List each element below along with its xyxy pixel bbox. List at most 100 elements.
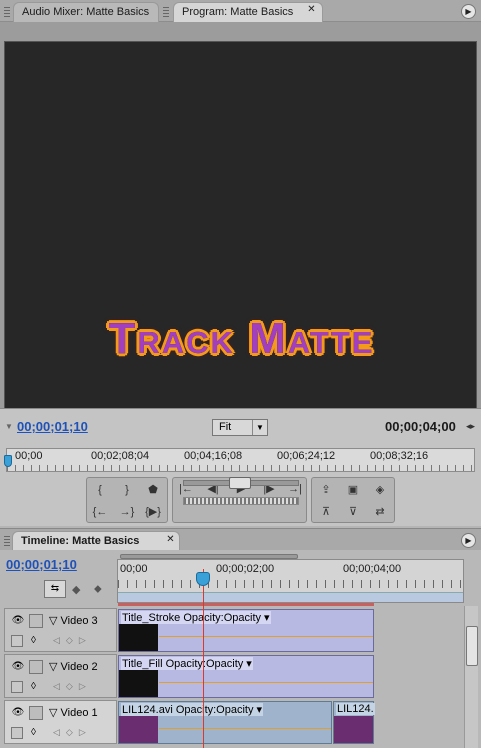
ruler-label: 00;00: [120, 563, 148, 575]
chevron-down-icon: ▼: [252, 420, 267, 435]
display-style-icon[interactable]: [11, 635, 23, 647]
clip-lil124-avi[interactable]: LIL124.avi Opacity:Opacity ▾: [118, 701, 332, 744]
ruler-label: 00;06;24;12: [277, 450, 336, 462]
clip-title-fill[interactable]: Title_Fill Opacity:Opacity ▾: [118, 655, 374, 698]
clip-label: LIL124.: [336, 703, 375, 715]
resize-icon[interactable]: ◂▸: [466, 421, 475, 432]
mark-in-icon[interactable]: {: [91, 482, 109, 498]
clip-title-stroke[interactable]: Title_Stroke Opacity:Opacity ▾: [118, 609, 374, 652]
clip-lil124-second[interactable]: LIL124.: [333, 701, 375, 744]
program-monitor: Track Matte: [0, 22, 481, 417]
ruler-label: 00;04;16;08: [184, 450, 243, 462]
track-name: ▽ Video 2: [49, 661, 98, 673]
display-style-icon[interactable]: [11, 681, 23, 693]
go-to-in-icon[interactable]: {←: [91, 504, 109, 520]
opacity-line[interactable]: [159, 682, 373, 683]
keyframe-navigator[interactable]: ◁◇▷: [53, 727, 105, 739]
ruler-label: 00;08;32;16: [370, 450, 429, 462]
clip-thumbnail: [119, 716, 158, 743]
snap-icon[interactable]: ⇆: [44, 580, 66, 598]
render-bar: [118, 603, 374, 606]
play-in-to-out-icon[interactable]: {▶}: [144, 504, 162, 520]
lift-icon[interactable]: ⇪: [317, 482, 335, 498]
panel-menu-icon[interactable]: ▶: [461, 4, 476, 19]
marker-button-group: { } ⬟ {← →} {▶}: [86, 477, 168, 523]
edit-button-group: ⇪ ▣ ◈ ⊼ ⊽ ⇄: [311, 477, 395, 523]
clip-thumbnail: [334, 716, 373, 743]
clip-thumbnail: [119, 624, 158, 651]
clip-thumbnail: [119, 670, 158, 697]
lock-toggle[interactable]: [29, 706, 43, 720]
track-header-video-3[interactable]: 👁 ▽ Video 3 ◊ ◁◇▷: [4, 608, 117, 652]
clip-label: Title_Fill Opacity:Opacity ▾: [121, 657, 253, 670]
grip-icon[interactable]: [163, 7, 169, 17]
playhead-icon[interactable]: [4, 455, 12, 467]
set-marker-icon[interactable]: ◆: [72, 583, 80, 596]
playhead-icon[interactable]: [196, 572, 210, 586]
panel-menu-icon[interactable]: ▶: [461, 533, 476, 548]
go-to-out-icon[interactable]: →}: [118, 504, 136, 520]
marker-icon[interactable]: ⬟: [144, 482, 162, 498]
ruler-label: 00;02;08;04: [91, 450, 150, 462]
timeline-current-time[interactable]: 00;00;01;10: [6, 557, 77, 572]
tab-timeline[interactable]: Timeline: Matte Basics: [12, 531, 180, 551]
trim-icon[interactable]: ⇄: [371, 504, 389, 520]
track-matte-title-text: Track Matte: [108, 314, 375, 363]
eye-icon[interactable]: 👁: [11, 615, 25, 627]
zoom-select-value: Fit: [219, 421, 232, 433]
opacity-line[interactable]: [159, 636, 373, 637]
keyframe-toggle-icon[interactable]: ◊: [31, 681, 36, 692]
timeline-ruler[interactable]: 00;00 00;00;02;00 00;00;04;00: [117, 554, 464, 603]
lift-edit-icon[interactable]: ⊼: [317, 504, 335, 520]
work-area-bar[interactable]: [120, 554, 298, 559]
clip-label: Title_Stroke Opacity:Opacity ▾: [121, 611, 271, 624]
track-name: ▽ Video 3: [49, 615, 98, 627]
scrollbar-thumb[interactable]: [466, 626, 478, 666]
ruler-ticks: [118, 580, 463, 588]
keyframe-navigator[interactable]: ◁◇▷: [53, 635, 105, 647]
timeline-view-area[interactable]: [118, 592, 463, 602]
close-icon[interactable]: ✕: [165, 535, 176, 546]
safe-margins-icon[interactable]: ▣: [344, 482, 362, 498]
track-header-video-2[interactable]: 👁 ▽ Video 2 ◊ ◁◇▷: [4, 654, 117, 698]
clip-label: LIL124.avi Opacity:Opacity ▾: [121, 703, 264, 716]
opacity-line[interactable]: [159, 728, 331, 729]
program-duration: 00;00;04;00: [385, 419, 456, 434]
timeline-body: 00;00;01;10 ⇆ ◆ ⬥ 00;00 00;00;02;00 00;0…: [0, 550, 481, 748]
tab-program[interactable]: Program: Matte Basics: [173, 2, 323, 22]
shuttle-handle[interactable]: [229, 477, 251, 489]
triangle-icon[interactable]: ▼: [5, 422, 13, 431]
keyframe-navigator[interactable]: ◁◇▷: [53, 681, 105, 693]
mark-out-icon[interactable]: }: [118, 482, 136, 498]
program-viewer: Track Matte: [4, 41, 477, 417]
zoom-select[interactable]: Fit ▼: [212, 419, 268, 436]
jog-wheel[interactable]: [183, 497, 299, 505]
timeline-tab-bar: Timeline: Matte Basics ✕ ▶: [0, 528, 481, 551]
vertical-scrollbar[interactable]: [464, 606, 478, 748]
keyframe-icon[interactable]: ⬥: [94, 583, 102, 596]
program-current-time[interactable]: 00;00;01;10: [17, 419, 88, 434]
keyframe-toggle-icon[interactable]: ◊: [31, 635, 36, 646]
lock-toggle[interactable]: [29, 660, 43, 674]
eye-icon[interactable]: 👁: [11, 707, 25, 719]
ruler-ticks: [7, 465, 474, 471]
track-name: ▽ Video 1: [49, 707, 98, 719]
extract-icon[interactable]: ⊽: [344, 504, 362, 520]
keyframe-toggle-icon[interactable]: ◊: [31, 727, 36, 738]
program-controls: ▼ 00;00;01;10 Fit ▼ 00;00;04;00 ◂▸ 00;00…: [0, 408, 481, 526]
grip-icon[interactable]: [4, 7, 10, 17]
tab-timeline-label: Timeline: Matte Basics: [21, 535, 140, 547]
tab-audio-mixer[interactable]: Audio Mixer: Matte Basics: [13, 2, 159, 22]
display-style-icon[interactable]: [11, 727, 23, 739]
lock-toggle[interactable]: [29, 614, 43, 628]
output-icon[interactable]: ◈: [371, 482, 389, 498]
tab-program-label: Program: Matte Basics: [182, 6, 294, 18]
eye-icon[interactable]: 👁: [11, 661, 25, 673]
playhead-line: [203, 569, 204, 748]
program-time-ruler[interactable]: 00;00 00;02;08;04 00;04;16;08 00;06;24;1…: [6, 448, 475, 472]
ruler-label: 00;00: [15, 450, 43, 462]
close-icon[interactable]: ✕: [306, 5, 317, 16]
grip-icon[interactable]: [4, 536, 10, 546]
track-header-video-1[interactable]: 👁 ▽ Video 1 ◊ ◁◇▷: [4, 700, 117, 744]
ruler-label: 00;00;02;00: [216, 563, 275, 575]
